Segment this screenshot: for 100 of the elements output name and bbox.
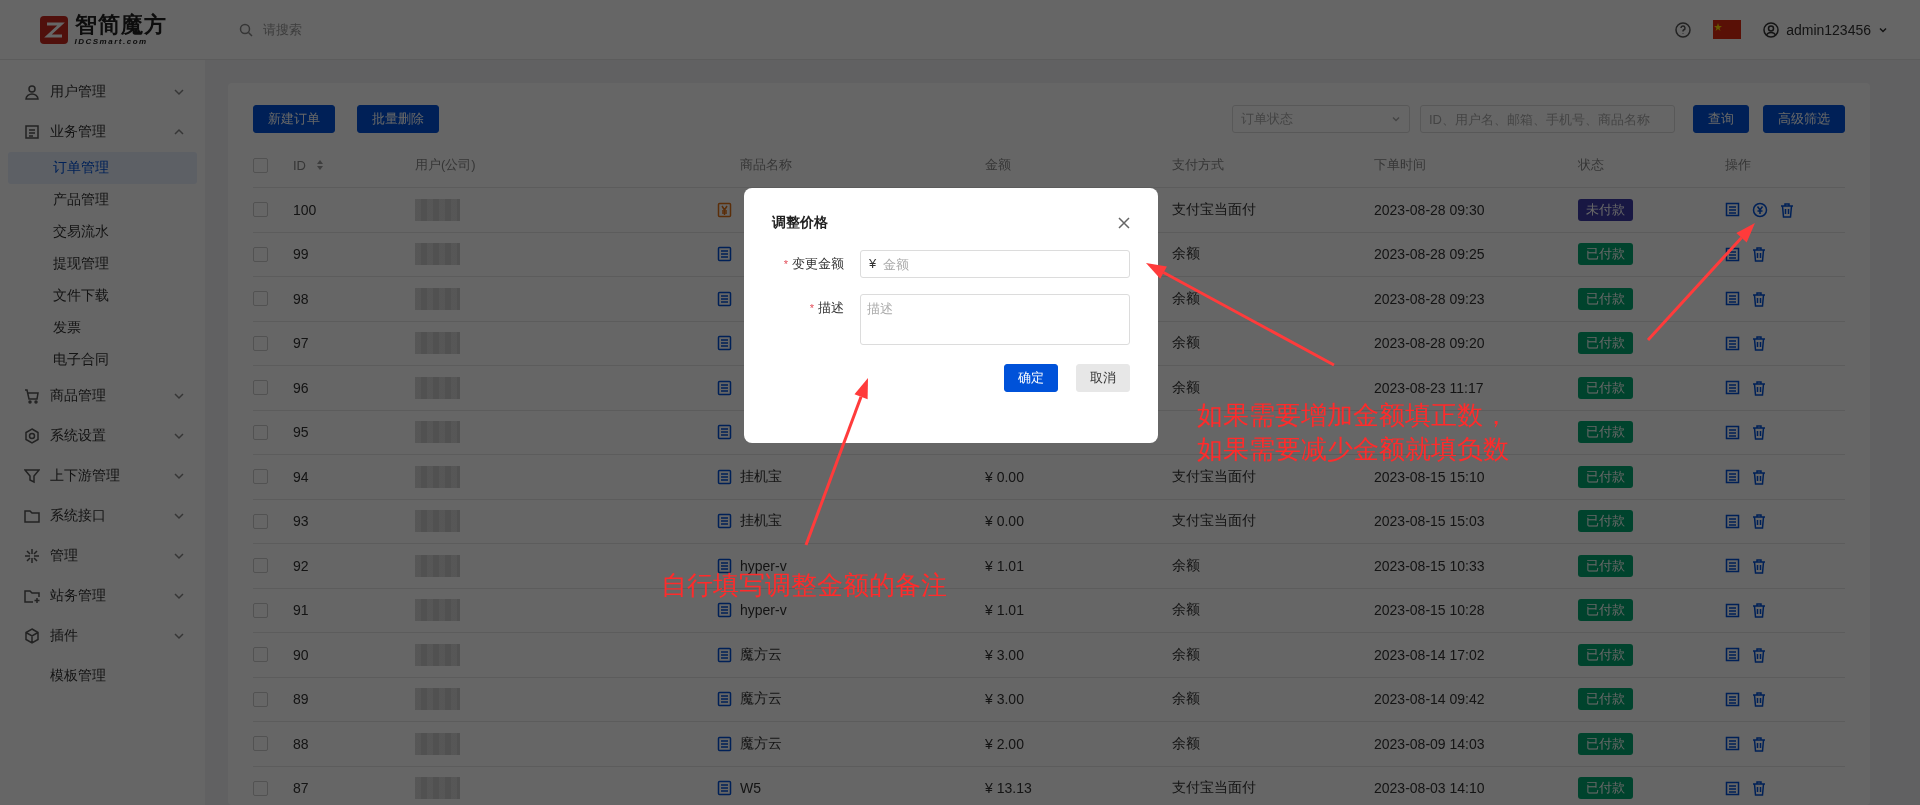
table-cell: 2023-08-09 14:03 <box>1374 735 1485 752</box>
required-mark: * <box>783 258 788 270</box>
delete-icon[interactable] <box>1752 691 1766 708</box>
description-field[interactable]: 描述 <box>860 294 1130 345</box>
table-cell-text: 98 <box>293 290 310 307</box>
sidebar-subitem[interactable]: 发票 <box>8 312 197 344</box>
sidebar-item[interactable]: 站务管理 <box>8 576 197 616</box>
status-badge: 已付款 <box>1578 376 1633 399</box>
delete-icon[interactable] <box>1752 780 1766 797</box>
table-cell: ¥ 2.00 <box>985 735 1024 752</box>
sidebar-item[interactable]: 用户管理 <box>8 72 197 112</box>
table-cell: 余额 <box>1172 690 1200 707</box>
detail-icon[interactable] <box>1725 736 1740 752</box>
help-icon[interactable] <box>1675 21 1692 38</box>
delete-icon[interactable] <box>1752 468 1766 485</box>
toolbar-button[interactable]: 查询 <box>1693 105 1749 133</box>
status-badge: 已付款 <box>1578 510 1633 533</box>
delete-icon[interactable] <box>1752 602 1766 619</box>
detail-icon[interactable] <box>1725 647 1740 663</box>
detail-icon[interactable] <box>1725 335 1740 351</box>
folder-plus-icon <box>24 588 40 604</box>
delete-icon[interactable] <box>1752 379 1766 396</box>
flag-icon[interactable] <box>1713 20 1742 39</box>
sidebar-item[interactable]: 上下游管理 <box>8 456 197 496</box>
sidebar-item[interactable]: 业务管理 <box>8 112 197 152</box>
delete-icon[interactable] <box>1780 201 1794 218</box>
table-cell: 魔方云 <box>740 734 782 753</box>
cancel-button[interactable]: 取消 <box>1076 364 1130 392</box>
table-cell: 2023-08-03 14:10 <box>1374 780 1485 797</box>
delete-icon[interactable] <box>1752 735 1766 752</box>
detail-icon[interactable] <box>1725 424 1740 440</box>
sidebar-subitem[interactable]: 提现管理 <box>8 248 197 280</box>
sidebar-subitem[interactable]: 电子合同 <box>8 344 197 376</box>
chevron-down-icon <box>1391 114 1401 124</box>
toolbar-button[interactable]: 批量删除 <box>357 105 439 133</box>
status-badge: 已付款 <box>1578 243 1633 266</box>
delete-icon[interactable] <box>1752 246 1766 263</box>
sidebar-item[interactable]: 系统接口 <box>8 496 197 536</box>
table-cell: 2023-08-15 15:10 <box>1374 468 1485 485</box>
sidebar-subitem[interactable]: 产品管理 <box>8 184 197 216</box>
detail-icon[interactable] <box>1725 691 1740 707</box>
detail-icon[interactable] <box>1725 202 1740 218</box>
close-button[interactable] <box>1118 217 1130 229</box>
table-cell: 余额 <box>1172 645 1200 662</box>
detail-icon[interactable] <box>1725 246 1740 262</box>
list-icon <box>24 124 40 140</box>
user-icon <box>1763 21 1780 38</box>
sort-icon[interactable] <box>316 159 324 171</box>
user-icon <box>24 84 40 100</box>
detail-icon[interactable] <box>1725 602 1740 618</box>
table-cell: ¥ 13.13 <box>985 780 1032 797</box>
table-cell-text: 94 <box>293 468 310 485</box>
detail-icon[interactable] <box>1725 780 1740 796</box>
detail-icon[interactable] <box>1725 291 1740 307</box>
detail-icon[interactable] <box>1725 380 1740 396</box>
logo-icon <box>38 14 69 45</box>
table-cell-text: 88 <box>293 735 310 752</box>
table-cell: W5 <box>740 780 761 797</box>
delete-icon[interactable] <box>1752 646 1766 663</box>
sidebar-item[interactable]: 系统设置 <box>8 416 197 456</box>
search-icon <box>239 22 253 37</box>
sidebar-subitem[interactable]: 文件下载 <box>8 280 197 312</box>
sidebar-subitem[interactable]: 订单管理 <box>8 152 197 184</box>
delete-icon[interactable] <box>1752 513 1766 530</box>
folder-icon <box>24 508 40 524</box>
table-cell: 支付宝当面付 <box>1172 512 1256 529</box>
status-badge: 已付款 <box>1578 465 1633 488</box>
filter-icon <box>24 468 40 484</box>
sidebar-item[interactable]: 管理 <box>8 536 197 576</box>
confirm-button[interactable]: 确定 <box>1004 364 1058 392</box>
table-cell: 2023-08-28 09:23 <box>1374 290 1485 307</box>
sidebar-subitem[interactable]: 交易流水 <box>8 216 197 248</box>
delete-icon[interactable] <box>1752 335 1766 352</box>
detail-icon[interactable] <box>1725 558 1740 574</box>
toolbar-button[interactable]: 新建订单 <box>253 105 335 133</box>
field-label: 变更金额 <box>792 256 844 271</box>
status-badge: 已付款 <box>1578 287 1633 310</box>
table-cell-text: 99 <box>293 246 310 263</box>
table-cell-text: 87 <box>293 780 310 797</box>
dialog-title: 调整价格 <box>772 214 828 232</box>
delete-icon[interactable] <box>1752 424 1766 441</box>
table-cell: hyper-v <box>740 602 787 619</box>
yuan-circle-icon[interactable] <box>1752 201 1768 218</box>
detail-icon[interactable] <box>1725 469 1740 485</box>
table-cell: 余额 <box>1172 556 1200 573</box>
sidebar-item[interactable]: 模板管理 <box>8 656 197 696</box>
toolbar-button[interactable]: 高级筛选 <box>1763 105 1845 133</box>
user-menu[interactable]: admin123456 <box>1763 21 1888 38</box>
table-cell-text: 100 <box>293 201 318 218</box>
logo-text: 智简魔方 <box>74 13 167 36</box>
annotation-text: 如果需要增加金额填正数， <box>1197 399 1509 432</box>
detail-icon[interactable] <box>1725 513 1740 529</box>
table-cell: ¥ 0.00 <box>985 468 1024 485</box>
delete-icon[interactable] <box>1752 290 1766 307</box>
table-cell: 2023-08-15 10:33 <box>1374 557 1485 574</box>
sidebar-item[interactable]: 插件 <box>8 616 197 656</box>
sidebar-item[interactable]: 商品管理 <box>8 376 197 416</box>
delete-icon[interactable] <box>1752 557 1766 574</box>
status-badge: 已付款 <box>1578 732 1633 755</box>
table-cell: 2023-08-23 11:17 <box>1374 379 1484 396</box>
